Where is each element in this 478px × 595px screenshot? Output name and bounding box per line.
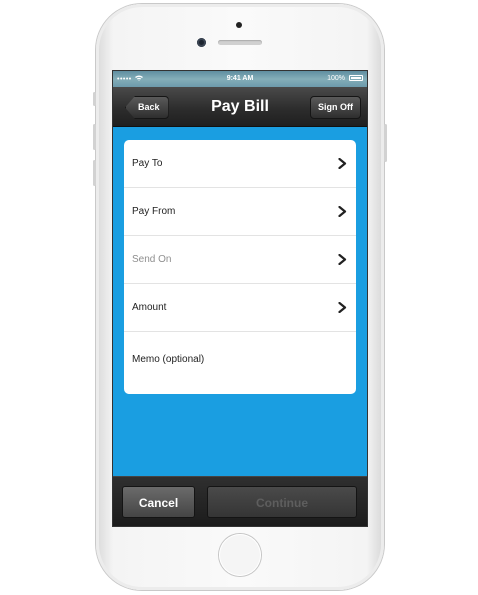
amount-label: Amount [132, 302, 167, 313]
mute-switch [93, 92, 96, 106]
memo-row[interactable]: Memo (optional) [124, 332, 356, 394]
pay-to-label: Pay To [132, 158, 163, 169]
send-on-label: Send On [132, 254, 172, 265]
pay-to-row[interactable]: Pay To [124, 140, 356, 188]
pay-bill-form: Pay To Pay From Send On Amount Memo (opt… [124, 140, 356, 394]
earpiece-speaker [218, 40, 262, 45]
chevron-right-icon [338, 254, 347, 265]
power-button [384, 124, 387, 162]
status-bar: ••••• 9:41 AM 100% [113, 71, 367, 87]
battery-icon [349, 75, 363, 81]
content-area: Pay To Pay From Send On Amount Memo (opt… [113, 127, 367, 476]
proximity-sensor [236, 22, 242, 28]
phone-frame: ••••• 9:41 AM 100% Back Pay Bill Sign Of… [93, 4, 387, 590]
chevron-right-icon [338, 158, 347, 169]
sign-off-button[interactable]: Sign Off [310, 96, 361, 119]
home-button[interactable] [219, 534, 261, 576]
chevron-right-icon [338, 302, 347, 313]
front-camera [197, 38, 206, 47]
amount-row[interactable]: Amount [124, 284, 356, 332]
pay-from-row[interactable]: Pay From [124, 188, 356, 236]
battery-percent: 100% [327, 75, 345, 82]
volume-down-button [93, 160, 96, 186]
chevron-right-icon [338, 206, 347, 217]
cancel-button[interactable]: Cancel [122, 486, 195, 518]
volume-up-button [93, 124, 96, 150]
bottom-toolbar: Cancel Continue [113, 476, 367, 526]
memo-label: Memo (optional) [132, 354, 205, 365]
pay-from-label: Pay From [132, 206, 176, 217]
send-on-row[interactable]: Send On [124, 236, 356, 284]
continue-button[interactable]: Continue [207, 486, 357, 518]
phone-screen: ••••• 9:41 AM 100% Back Pay Bill Sign Of… [112, 70, 368, 527]
navigation-bar: Back Pay Bill Sign Off [113, 87, 367, 127]
